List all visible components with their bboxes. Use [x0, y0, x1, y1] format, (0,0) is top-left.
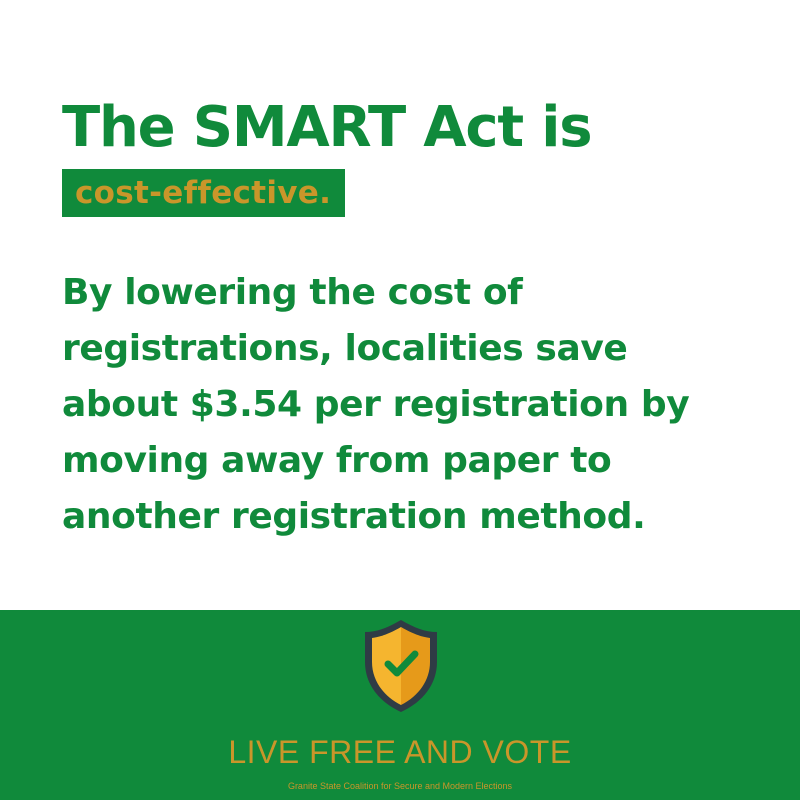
highlight-row: cost-effective. — [62, 169, 782, 217]
shield-check-icon — [365, 620, 437, 712]
body-text: By lowering the cost of registrations, l… — [62, 265, 782, 545]
footer-banner: LIVE FREE AND VOTE Granite State Coaliti… — [0, 610, 800, 800]
body-line: about $3.54 per registration by — [62, 384, 690, 425]
body-line: another registration method. — [62, 496, 646, 537]
body-line: moving away from paper to — [62, 440, 612, 481]
tagline: Granite State Coalition for Secure and M… — [287, 781, 513, 791]
body-line: registrations, localities save — [62, 328, 628, 369]
body-line: By lowering the cost of — [62, 272, 523, 313]
headline: The SMART Act is — [62, 95, 593, 160]
main-content: The SMART Act is cost-effective. By lowe… — [62, 92, 782, 545]
highlight-label: cost-effective. — [62, 169, 346, 217]
org-name: LIVE FREE AND VOTE — [228, 734, 572, 770]
